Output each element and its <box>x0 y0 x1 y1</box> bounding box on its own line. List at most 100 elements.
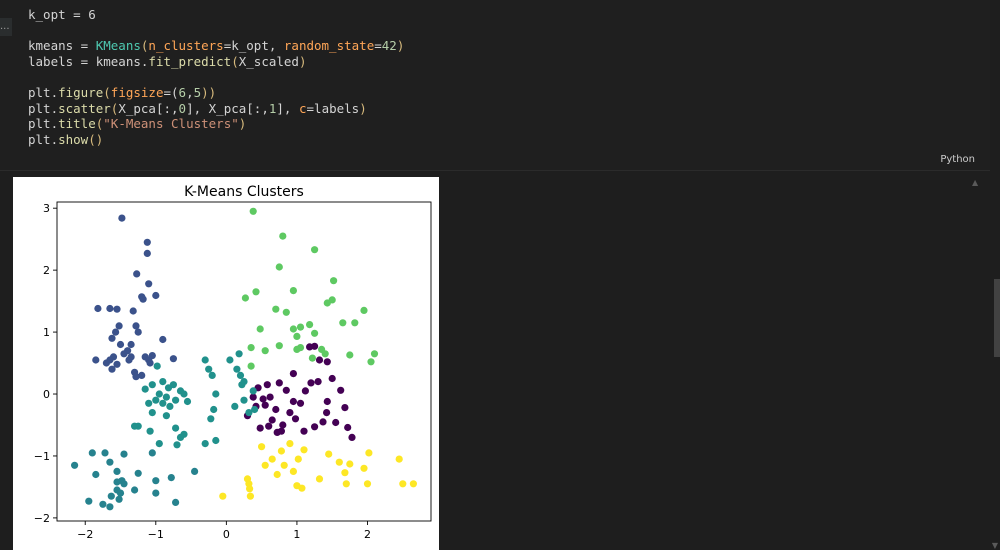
code-line[interactable]: plt.scatter(X_pca[:,0], X_pca[:,1], c=la… <box>28 101 404 117</box>
scatter-point-cluster-0 <box>306 343 314 351</box>
x-tick-label: −1 <box>148 528 164 541</box>
scatter-point-cluster-3 <box>370 350 379 358</box>
scatter-point-cluster-0 <box>256 424 264 432</box>
code-line[interactable]: plt.show() <box>28 132 404 148</box>
code-token: X_scaled <box>238 53 299 69</box>
scatter-point-cluster-3 <box>275 342 283 350</box>
scrollbar-thumb[interactable] <box>994 279 1000 357</box>
code-line[interactable] <box>28 69 404 85</box>
code-line[interactable]: plt.figure(figsize=(6,5)) <box>28 85 404 101</box>
scatter-point-cluster-3 <box>339 319 347 327</box>
scatter-point-cluster-4 <box>246 485 254 493</box>
scatter-point-cluster-1 <box>102 359 110 367</box>
code-token: 5 <box>193 84 202 100</box>
scatter-point-cluster-0 <box>289 370 297 378</box>
scatter-point-cluster-5 <box>148 449 156 457</box>
scatter-point-cluster-2 <box>162 393 170 401</box>
scatter-point-cluster-0 <box>337 386 345 394</box>
scatter-point-cluster-1 <box>132 373 140 381</box>
code-line[interactable]: k_opt = 6 <box>28 7 404 23</box>
y-tick-label: −1 <box>34 450 50 463</box>
cell-left-tab[interactable]: ... <box>0 18 12 36</box>
code-token: ) <box>359 100 367 116</box>
code-token: ) <box>396 38 405 54</box>
code-token: figsize <box>110 84 164 100</box>
scatter-point-cluster-2 <box>240 396 248 404</box>
scatter-point-cluster-1 <box>152 291 160 300</box>
code-token: )) <box>201 84 217 100</box>
scatter-point-cluster-4 <box>363 480 372 488</box>
code-token: =( <box>163 84 179 100</box>
scatter-point-cluster-4 <box>335 458 343 466</box>
code-token: ( <box>103 84 111 100</box>
code-line[interactable]: kmeans = KMeans(n_clusters=k_opt, random… <box>28 38 404 54</box>
output-scroll-up-icon[interactable]: ▲ <box>972 178 978 187</box>
scatter-point-cluster-1 <box>112 328 120 336</box>
scatter-point-cluster-0 <box>286 409 294 417</box>
x-tick-label: 0 <box>223 528 230 541</box>
scatter-point-cluster-1 <box>146 359 154 367</box>
scatter-point-cluster-5 <box>71 461 79 469</box>
code-token: = <box>374 38 382 54</box>
scatter-point-cluster-2 <box>212 436 220 445</box>
scatter-point-cluster-2 <box>176 433 185 441</box>
scatter-point-cluster-3 <box>247 362 255 370</box>
scatter-point-cluster-5 <box>99 500 107 508</box>
code-line[interactable] <box>28 23 404 39</box>
scatter-point-cluster-2 <box>233 365 241 373</box>
code-token: plt. <box>28 84 59 100</box>
code-token: () <box>88 131 104 147</box>
scatter-point-cluster-1 <box>169 355 177 363</box>
scatter-point-cluster-0 <box>332 418 340 427</box>
x-tick-label: 2 <box>364 528 371 541</box>
scatter-point-cluster-2 <box>155 440 163 448</box>
code-line[interactable]: plt.title("K-Means Clusters") <box>28 116 404 132</box>
code-line[interactable]: labels = kmeans.fit_predict(X_scaled) <box>28 54 404 70</box>
scatter-point-cluster-5 <box>120 480 128 488</box>
code-token: title <box>58 116 96 132</box>
code-editor[interactable]: k_opt = 6 kmeans = KMeans (n_clusters=k_o… <box>28 7 404 147</box>
scatter-point-cluster-4 <box>273 470 281 479</box>
scatter-point-cluster-0 <box>296 399 305 407</box>
scatter-point-cluster-1 <box>134 328 142 336</box>
scatter-point-cluster-3 <box>321 350 329 358</box>
scatter-point-cluster-1 <box>116 340 125 349</box>
code-token: "K-Means Clusters" <box>103 116 239 132</box>
scatter-point-cluster-0 <box>323 409 331 417</box>
scatter-point-cluster-2 <box>201 440 209 448</box>
scatter-point-cluster-5 <box>101 449 109 457</box>
code-token: plt. <box>28 131 59 147</box>
scatter-point-cluster-2 <box>183 397 192 406</box>
scatter-point-cluster-5 <box>113 467 121 475</box>
scatter-point-cluster-1 <box>108 334 116 342</box>
scatter-point-cluster-0 <box>301 387 309 395</box>
vertical-scrollbar[interactable]: ▼ <box>990 171 1000 550</box>
scatter-point-cluster-3 <box>275 263 283 271</box>
scatter-point-cluster-0 <box>265 422 273 430</box>
scatter-point-cluster-5 <box>131 486 139 494</box>
scatter-point-cluster-3 <box>256 325 264 333</box>
scatter-point-cluster-4 <box>246 492 254 500</box>
scatter-point-cluster-4 <box>289 467 297 475</box>
scatter-point-cluster-4 <box>342 480 350 488</box>
scatter-point-cluster-2 <box>155 390 163 398</box>
scatter-point-cluster-3 <box>249 207 257 215</box>
scatter-point-cluster-0 <box>348 433 356 441</box>
code-token: kmeans = <box>28 38 96 54</box>
code-token: ], <box>276 100 299 116</box>
code-cell[interactable]: ... k_opt = 6 kmeans = KMeans (n_clusters… <box>0 0 990 171</box>
chart-title: K-Means Clusters <box>184 184 304 200</box>
scatter-point-cluster-5 <box>115 495 123 503</box>
scatter-point-cluster-1 <box>120 350 128 358</box>
code-token: fit_predict <box>148 53 232 69</box>
scatter-point-cluster-0 <box>282 386 290 394</box>
scatter-point-cluster-0 <box>279 421 287 429</box>
scatter-point-cluster-5 <box>106 503 114 511</box>
scatter-point-cluster-0 <box>268 416 276 424</box>
code-token: ) <box>238 116 247 132</box>
scatter-point-cluster-2 <box>146 427 154 435</box>
code-token: 0 <box>178 100 187 116</box>
scatter-point-cluster-1 <box>129 307 137 315</box>
cell-language-label[interactable]: Python <box>940 154 975 165</box>
scroll-down-icon[interactable]: ▼ <box>990 541 1000 550</box>
